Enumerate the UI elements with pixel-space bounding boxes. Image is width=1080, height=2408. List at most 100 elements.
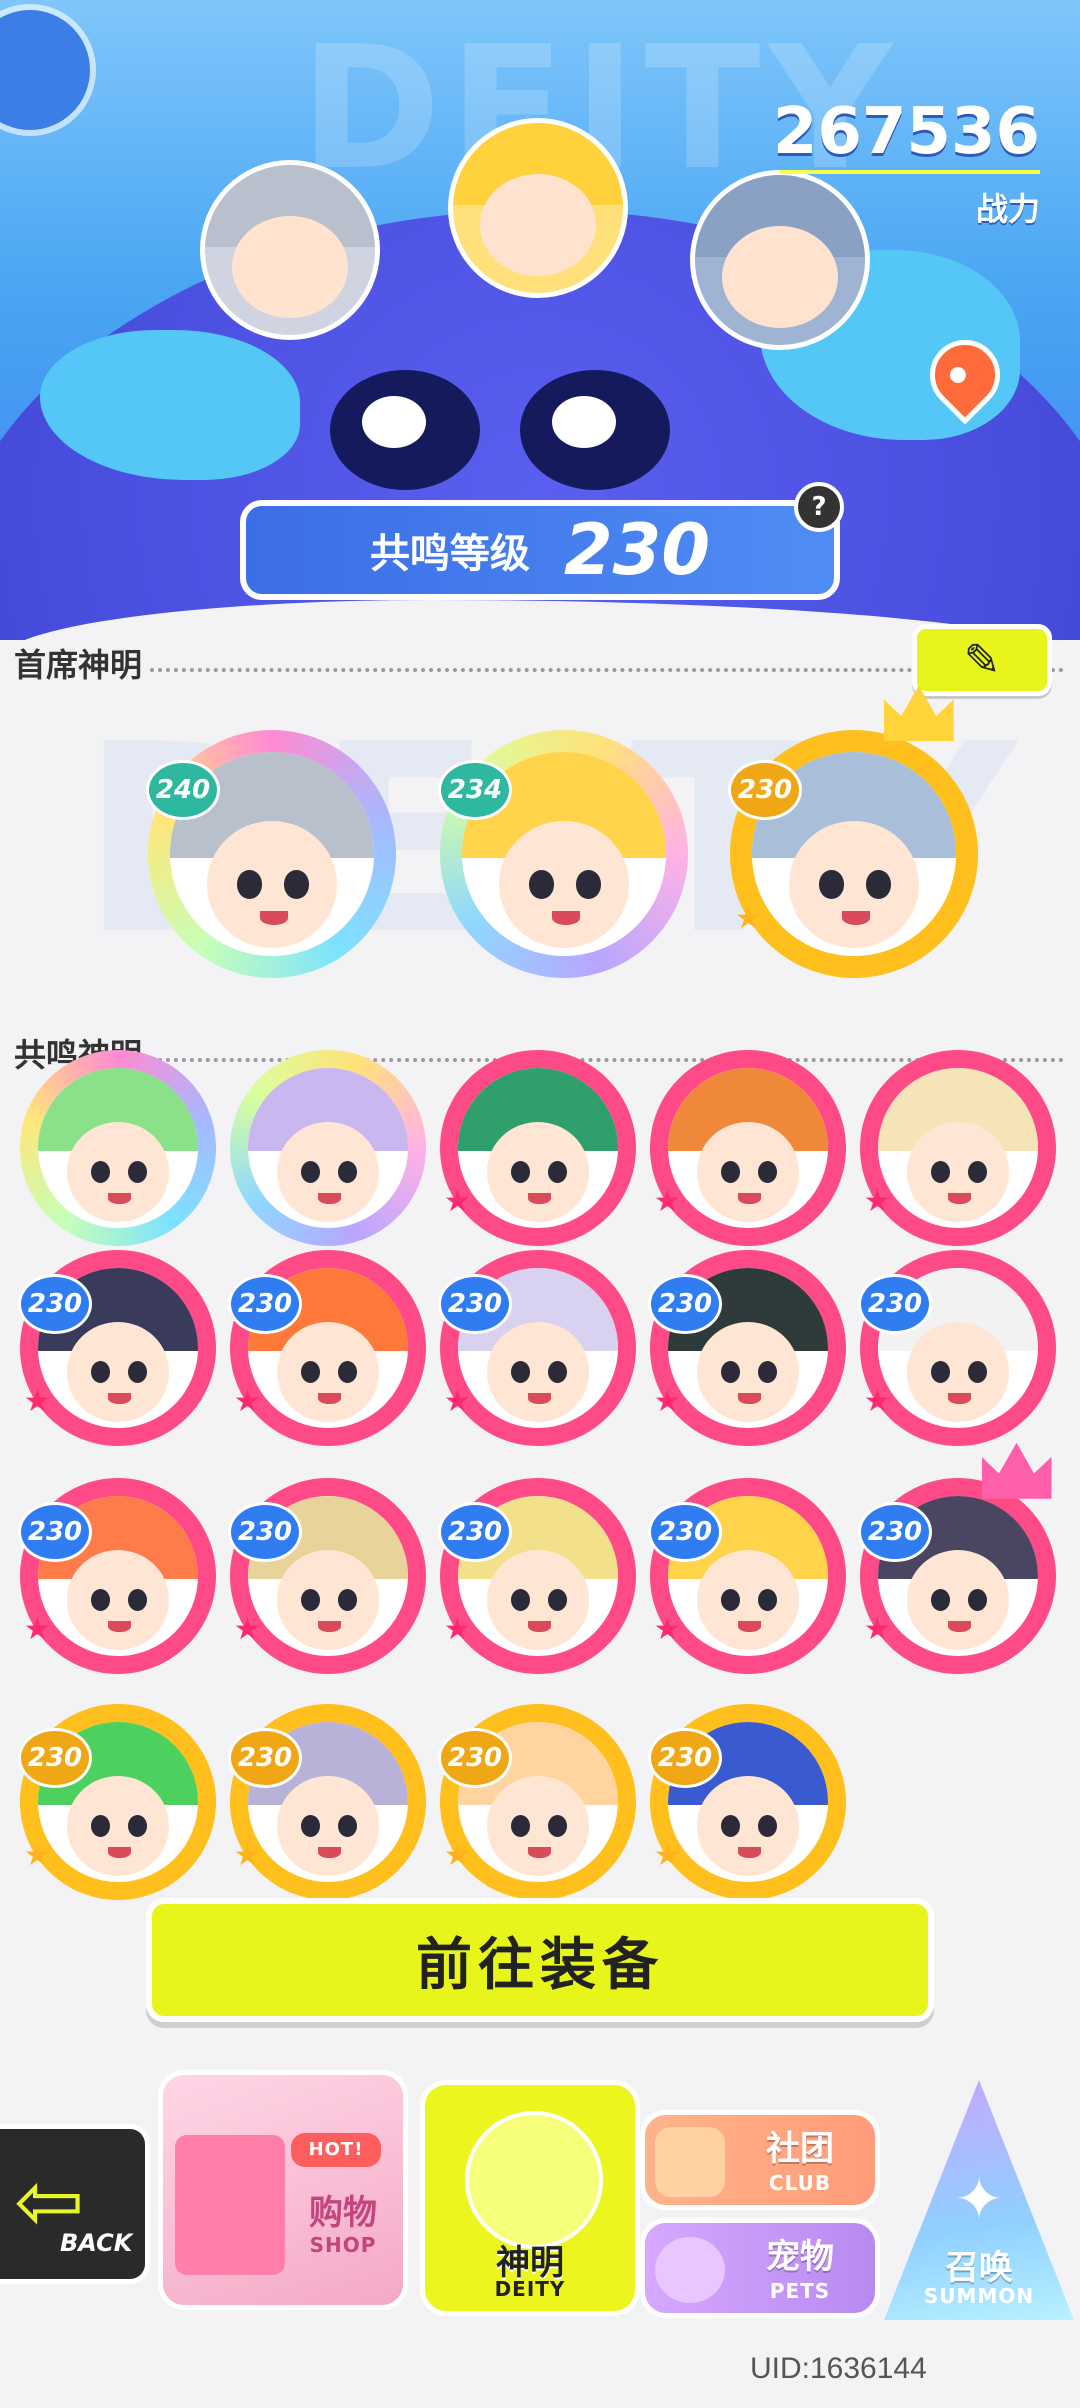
help-icon[interactable]: ? xyxy=(794,482,844,532)
deity-avatar-res-11[interactable]: 230 ★ xyxy=(18,1478,216,1674)
level-badge: 230 xyxy=(648,1727,722,1788)
deity-avatar-res-7[interactable]: 230 ★ xyxy=(228,1250,426,1446)
level-badge: 230 xyxy=(228,1501,302,1562)
club-label: 社团 xyxy=(766,2129,834,2169)
star-icon: ★ xyxy=(23,1384,51,1420)
deity-avatar-chief-2[interactable]: 234 xyxy=(438,730,688,978)
nav-pets[interactable]: 宠物 PETS xyxy=(640,2218,880,2318)
edit-chief-button[interactable]: ✎ xyxy=(912,624,1052,696)
deity-avatar-res-8[interactable]: 230 ★ xyxy=(438,1250,636,1446)
deity-screen: DEITY 267536 战力 共鸣等级 230 ? DEITY xyxy=(0,0,1080,2408)
summon-star-icon: ✦ xyxy=(954,2165,1004,2233)
star-icon: ★ xyxy=(23,1838,51,1874)
planet-eye-right xyxy=(520,370,670,490)
deity-avatar-res-14[interactable]: 230 ★ xyxy=(648,1478,846,1674)
planet-eye-left xyxy=(330,370,480,490)
star-icon: ★ xyxy=(233,1612,261,1648)
star-icon: ★ xyxy=(443,1612,471,1648)
go-equip-button[interactable]: 前往装备 xyxy=(146,1898,934,2022)
user-id: UID:1636144 xyxy=(750,2352,927,2385)
deity-avatar-res-3[interactable]: ★ xyxy=(440,1050,636,1246)
deity-portrait xyxy=(457,1067,619,1229)
star-icon: ★ xyxy=(653,1384,681,1420)
deity-avatar-res-2[interactable] xyxy=(230,1050,426,1246)
summon-sub: SUMMON xyxy=(923,2284,1035,2308)
level-badge: 230 xyxy=(228,1273,302,1334)
deity-avatar-res-19[interactable]: 230 ★ xyxy=(648,1704,846,1900)
deity-avatar-res-9[interactable]: 230 ★ xyxy=(648,1250,846,1446)
star-icon: ★ xyxy=(653,1612,681,1648)
club-sub: CLUB xyxy=(768,2171,832,2195)
star-icon: ★ xyxy=(443,1384,471,1420)
header-banner: DEITY 267536 战力 共鸣等级 230 ? xyxy=(0,0,1080,640)
pets-sub: PETS xyxy=(769,2279,831,2303)
deity-avatar-res-1[interactable] xyxy=(20,1050,216,1246)
star-icon: ★ xyxy=(863,1184,891,1220)
deity-portrait xyxy=(247,1067,409,1229)
level-badge: 230 xyxy=(858,1501,932,1562)
nav-club[interactable]: 社团 CLUB xyxy=(640,2110,880,2210)
shop-label: 购物 xyxy=(309,2193,377,2233)
deity-avatar-chief-1[interactable]: 240 xyxy=(146,730,396,978)
deity-portrait xyxy=(667,1067,829,1229)
deity-avatar-res-5[interactable]: ★ xyxy=(860,1050,1056,1246)
chief-deities-title: 首席神明 xyxy=(14,640,1064,686)
deity-avatar-res-16[interactable]: 230 ★ xyxy=(18,1704,216,1900)
back-label: BACK xyxy=(60,2229,133,2257)
star-icon: ★ xyxy=(863,1384,891,1420)
deity-portrait xyxy=(37,1067,199,1229)
level-badge: 230 xyxy=(648,1501,722,1562)
deity-avatar-res-12[interactable]: 230 ★ xyxy=(228,1478,426,1674)
deity-avatar-res-17[interactable]: 230 ★ xyxy=(228,1704,426,1900)
pencil-icon: ✎ xyxy=(963,634,1001,686)
chibi-character-left[interactable] xyxy=(200,160,380,340)
deity-avatar-res-4[interactable]: ★ xyxy=(650,1050,846,1246)
resonance-level-bar: 共鸣等级 230 xyxy=(240,500,840,600)
deity-portrait xyxy=(877,1067,1039,1229)
pets-label: 宠物 xyxy=(766,2237,834,2277)
vending-machine-icon xyxy=(175,2135,285,2275)
planet-icon xyxy=(0,10,90,130)
deity-character-icon xyxy=(465,2111,603,2249)
star-icon: ★ xyxy=(23,1612,51,1648)
deity-avatar-res-10[interactable]: 230 ★ xyxy=(858,1250,1056,1446)
star-icon: ★ xyxy=(653,1838,681,1874)
crown-icon xyxy=(981,1442,1052,1499)
level-badge: 230 xyxy=(648,1273,722,1334)
deity-avatar-res-18[interactable]: 230 ★ xyxy=(438,1704,636,1900)
level-badge: 234 xyxy=(438,759,512,820)
deity-sub: DEITY xyxy=(494,2277,566,2301)
deity-avatar-res-6[interactable]: 230 ★ xyxy=(18,1250,216,1446)
star-icon: ★ xyxy=(653,1184,681,1220)
star-icon: ★ xyxy=(734,900,762,936)
chief-deities-label: 首席神明 xyxy=(14,646,143,684)
deity-avatar-chief-3[interactable]: 230 ★ xyxy=(728,685,978,978)
level-badge: 230 xyxy=(438,1501,512,1562)
deity-avatar-res-13[interactable]: 230 ★ xyxy=(438,1478,636,1674)
combat-power-underline xyxy=(780,170,1040,174)
resonance-level-value: 230 xyxy=(563,509,711,591)
level-badge: 230 xyxy=(728,759,802,820)
level-badge: 240 xyxy=(146,759,220,820)
nav-shop[interactable]: HOT! 购物 SHOP xyxy=(158,2070,408,2310)
star-icon: ★ xyxy=(443,1838,471,1874)
combat-power: 267536 战力 xyxy=(773,100,1040,230)
deity-avatar-res-15[interactable]: 230 ★ xyxy=(858,1442,1056,1674)
level-badge: 230 xyxy=(18,1727,92,1788)
level-badge: 230 xyxy=(438,1273,512,1334)
resonance-level-label: 共鸣等级 xyxy=(369,531,530,577)
pet-icon xyxy=(655,2237,725,2303)
level-badge: 230 xyxy=(18,1501,92,1562)
star-icon: ★ xyxy=(443,1184,471,1220)
chibi-character-center[interactable] xyxy=(448,118,628,298)
star-icon: ★ xyxy=(233,1384,261,1420)
back-button[interactable]: ⇦ BACK xyxy=(0,2124,150,2284)
club-bag-icon xyxy=(655,2127,725,2197)
star-icon: ★ xyxy=(863,1612,891,1648)
level-badge: 230 xyxy=(858,1273,932,1334)
combat-power-label: 战力 xyxy=(975,190,1040,228)
nav-deity[interactable]: 神明 DEITY xyxy=(420,2080,640,2316)
combat-power-value: 267536 xyxy=(772,95,1040,169)
hot-badge: HOT! xyxy=(291,2133,381,2167)
star-icon: ★ xyxy=(233,1838,261,1874)
